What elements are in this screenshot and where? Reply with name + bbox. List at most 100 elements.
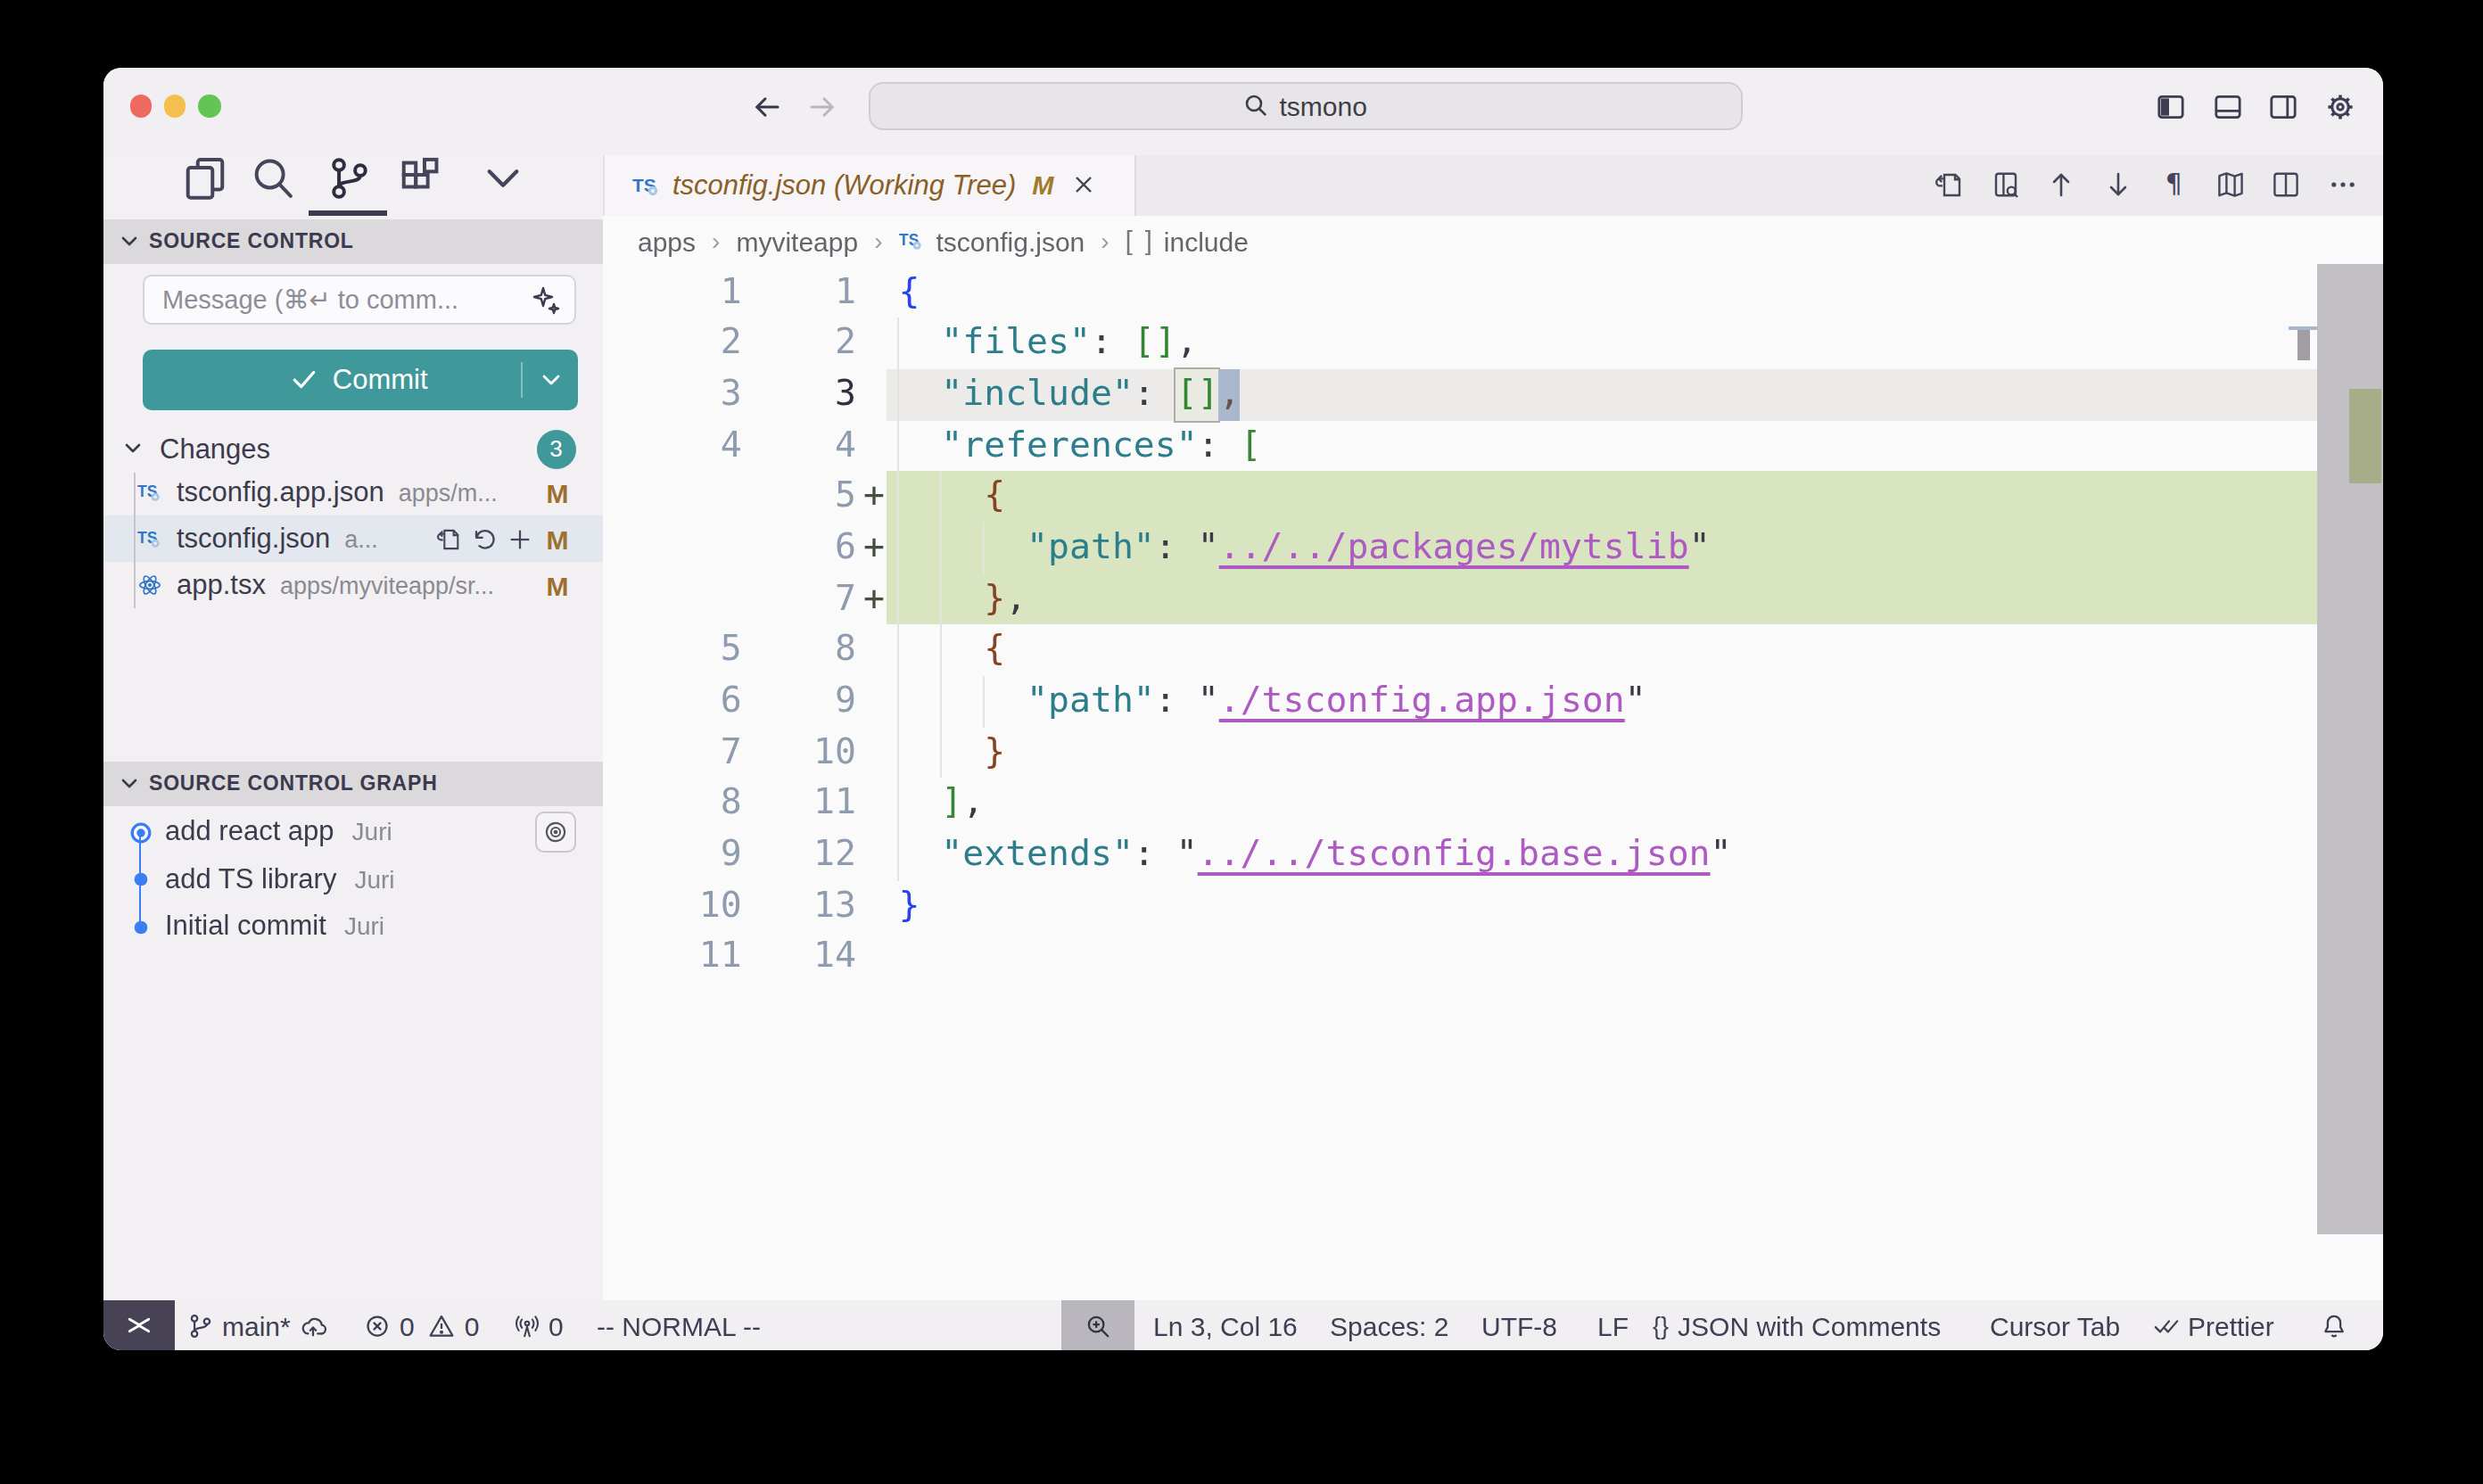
- old-line-number: 3: [603, 369, 742, 420]
- open-file-icon[interactable]: [435, 525, 462, 552]
- status-bar: main* 0 0 0 -- NORMAL -- Ln 3, Col 16 Sp…: [103, 1301, 2382, 1351]
- commit-button[interactable]: Commit: [142, 349, 577, 409]
- views-chevron-icon[interactable]: [479, 155, 525, 202]
- modified-badge: M: [544, 477, 571, 507]
- vim-mode-indicator[interactable]: -- NORMAL --: [597, 1301, 761, 1351]
- changes-group-row[interactable]: Changes 3: [103, 427, 603, 470]
- open-preview-icon[interactable]: [1990, 170, 2020, 201]
- command-center-search[interactable]: tsmono: [868, 81, 1743, 130]
- sparkle-icon[interactable]: [531, 285, 561, 316]
- tab-close-icon[interactable]: [1070, 172, 1097, 199]
- git-branch-icon: [186, 1313, 213, 1340]
- new-line-number: 13: [742, 881, 856, 932]
- close-window-button[interactable]: [129, 95, 152, 118]
- code-line: 1013}: [603, 881, 2382, 932]
- remote-indicator[interactable]: [103, 1301, 174, 1351]
- stage-changes-icon[interactable]: [507, 525, 533, 552]
- ports-status-item[interactable]: 0: [513, 1301, 564, 1351]
- commit-row[interactable]: add TS libraryJuri: [103, 855, 603, 903]
- problems-status-item[interactable]: 0 0: [364, 1301, 479, 1351]
- eol-item[interactable]: LF: [1597, 1301, 1629, 1351]
- old-line-number: 9: [603, 829, 742, 880]
- code-line: 11{: [603, 267, 2382, 317]
- toggle-sidebar-left-icon[interactable]: [2157, 92, 2185, 120]
- extensions-icon[interactable]: [397, 155, 443, 202]
- indentation-item[interactable]: Spaces: 2: [1330, 1301, 1448, 1351]
- code-line: 22 "files": [],: [603, 317, 2382, 368]
- changes-file-list: TStsconfig.app.jsonapps/m...MTStsconfig.…: [103, 469, 603, 608]
- check-icon: [292, 366, 318, 392]
- commit-author: Juri: [354, 865, 394, 894]
- toggle-panel-icon[interactable]: [2213, 92, 2241, 120]
- discard-changes-icon[interactable]: [471, 525, 498, 552]
- modified-badge: M: [544, 524, 571, 554]
- commit-row[interactable]: add react appJuri: [103, 808, 603, 855]
- previous-change-icon[interactable]: [2046, 170, 2076, 201]
- tsconfig-file-icon: TS: [137, 526, 162, 551]
- placeholder-text: Message (⌘↵ to comm...: [162, 285, 458, 314]
- new-line-number: 7: [742, 573, 856, 624]
- language-mode-item[interactable]: {} JSON with Comments: [1653, 1301, 1941, 1351]
- react-file-icon: [137, 573, 162, 598]
- commit-dropdown-chevron-icon[interactable]: [538, 368, 563, 390]
- more-actions-icon[interactable]: [2327, 170, 2357, 201]
- breadcrumb-item[interactable]: myviteapp: [736, 226, 858, 256]
- commit-graph-line: [138, 831, 142, 926]
- tsconfig-file-icon: TS: [631, 171, 660, 200]
- cursor-position: Ln 3, Col 16: [1153, 1311, 1298, 1341]
- breadcrumb-item[interactable]: tsconfig.json: [936, 226, 1085, 256]
- titlebar-layout-icons: [2157, 92, 2354, 120]
- code-line: 1114: [603, 932, 2382, 983]
- new-line-number: 5: [742, 472, 856, 523]
- explorer-icon[interactable]: [182, 155, 228, 202]
- encoding-item[interactable]: UTF-8: [1481, 1301, 1557, 1351]
- notifications-item[interactable]: [2320, 1301, 2347, 1351]
- error-count: 0: [400, 1311, 415, 1341]
- editor-group: TS tsconfig.json (Working Tree) M ¶: [603, 155, 2382, 1301]
- tab-tsconfig-working-tree[interactable]: TS tsconfig.json (Working Tree) M: [605, 155, 1136, 216]
- formatter-item[interactable]: Prettier: [2152, 1301, 2274, 1351]
- diff-editor[interactable]: 11{22 "files": [],33 "include": [],44 "r…: [603, 267, 2382, 1301]
- search-sidebar-icon[interactable]: [249, 155, 295, 202]
- vim-mode-text: -- NORMAL --: [597, 1311, 761, 1341]
- scm-file-row[interactable]: app.tsxapps/myviteapp/sr...M: [103, 562, 603, 608]
- minimize-window-button[interactable]: [164, 95, 186, 118]
- toggle-sidebar-right-icon[interactable]: [2269, 92, 2297, 120]
- breadcrumb-item[interactable]: apps: [638, 226, 696, 256]
- source-control-section-header[interactable]: SOURCE CONTROL: [103, 219, 603, 264]
- commit-row[interactable]: Initial commitJuri: [103, 903, 603, 950]
- next-change-icon[interactable]: [2102, 170, 2132, 201]
- formatter-name: Prettier: [2188, 1311, 2274, 1341]
- workbench: SOURCE CONTROL Message (⌘↵ to comm... Co…: [103, 155, 2382, 1301]
- file-path: a...: [344, 525, 378, 552]
- settings-gear-icon[interactable]: [2325, 92, 2354, 120]
- split-editor-icon[interactable]: [2271, 170, 2301, 201]
- open-changes-icon[interactable]: [1934, 170, 1964, 201]
- branch-status-item[interactable]: main*: [186, 1301, 326, 1351]
- cursor-tab-item[interactable]: Cursor Tab: [1990, 1301, 2120, 1351]
- source-control-icon[interactable]: [326, 155, 372, 202]
- overview-added-marker: [2348, 389, 2380, 483]
- source-control-graph-header[interactable]: SOURCE CONTROL GRAPH: [103, 761, 603, 805]
- maximize-window-button[interactable]: [198, 95, 220, 118]
- commit-message-input[interactable]: Message (⌘↵ to comm...: [143, 275, 575, 326]
- code-line: 912 "extends": "../../tsconfig.base.json…: [603, 829, 2382, 880]
- map-icon[interactable]: [2215, 170, 2245, 201]
- scm-file-row[interactable]: TStsconfig.app.jsonapps/m...M: [103, 469, 603, 515]
- tsconfig-file-icon: TS: [899, 228, 924, 253]
- goto-current-commit-button[interactable]: [535, 812, 577, 853]
- breadcrumb-item[interactable]: include: [1164, 226, 1249, 256]
- old-line-number: 11: [603, 932, 742, 983]
- section-title: SOURCE CONTROL GRAPH: [149, 772, 438, 794]
- forward-icon[interactable]: [805, 90, 837, 122]
- scm-file-row[interactable]: TStsconfig.jsona...M: [103, 515, 603, 562]
- new-line-number: 3: [742, 369, 856, 420]
- modified-badge: M: [544, 570, 571, 600]
- section-title: SOURCE CONTROL: [149, 231, 354, 252]
- whitespace-pilcrow-icon[interactable]: ¶: [2158, 170, 2189, 201]
- zoom-indicator[interactable]: [1061, 1301, 1134, 1351]
- back-icon[interactable]: [750, 90, 782, 122]
- code-line: 811 ],: [603, 779, 2382, 829]
- new-line-number: 11: [742, 779, 856, 829]
- cursor-position-item[interactable]: Ln 3, Col 16: [1153, 1301, 1298, 1351]
